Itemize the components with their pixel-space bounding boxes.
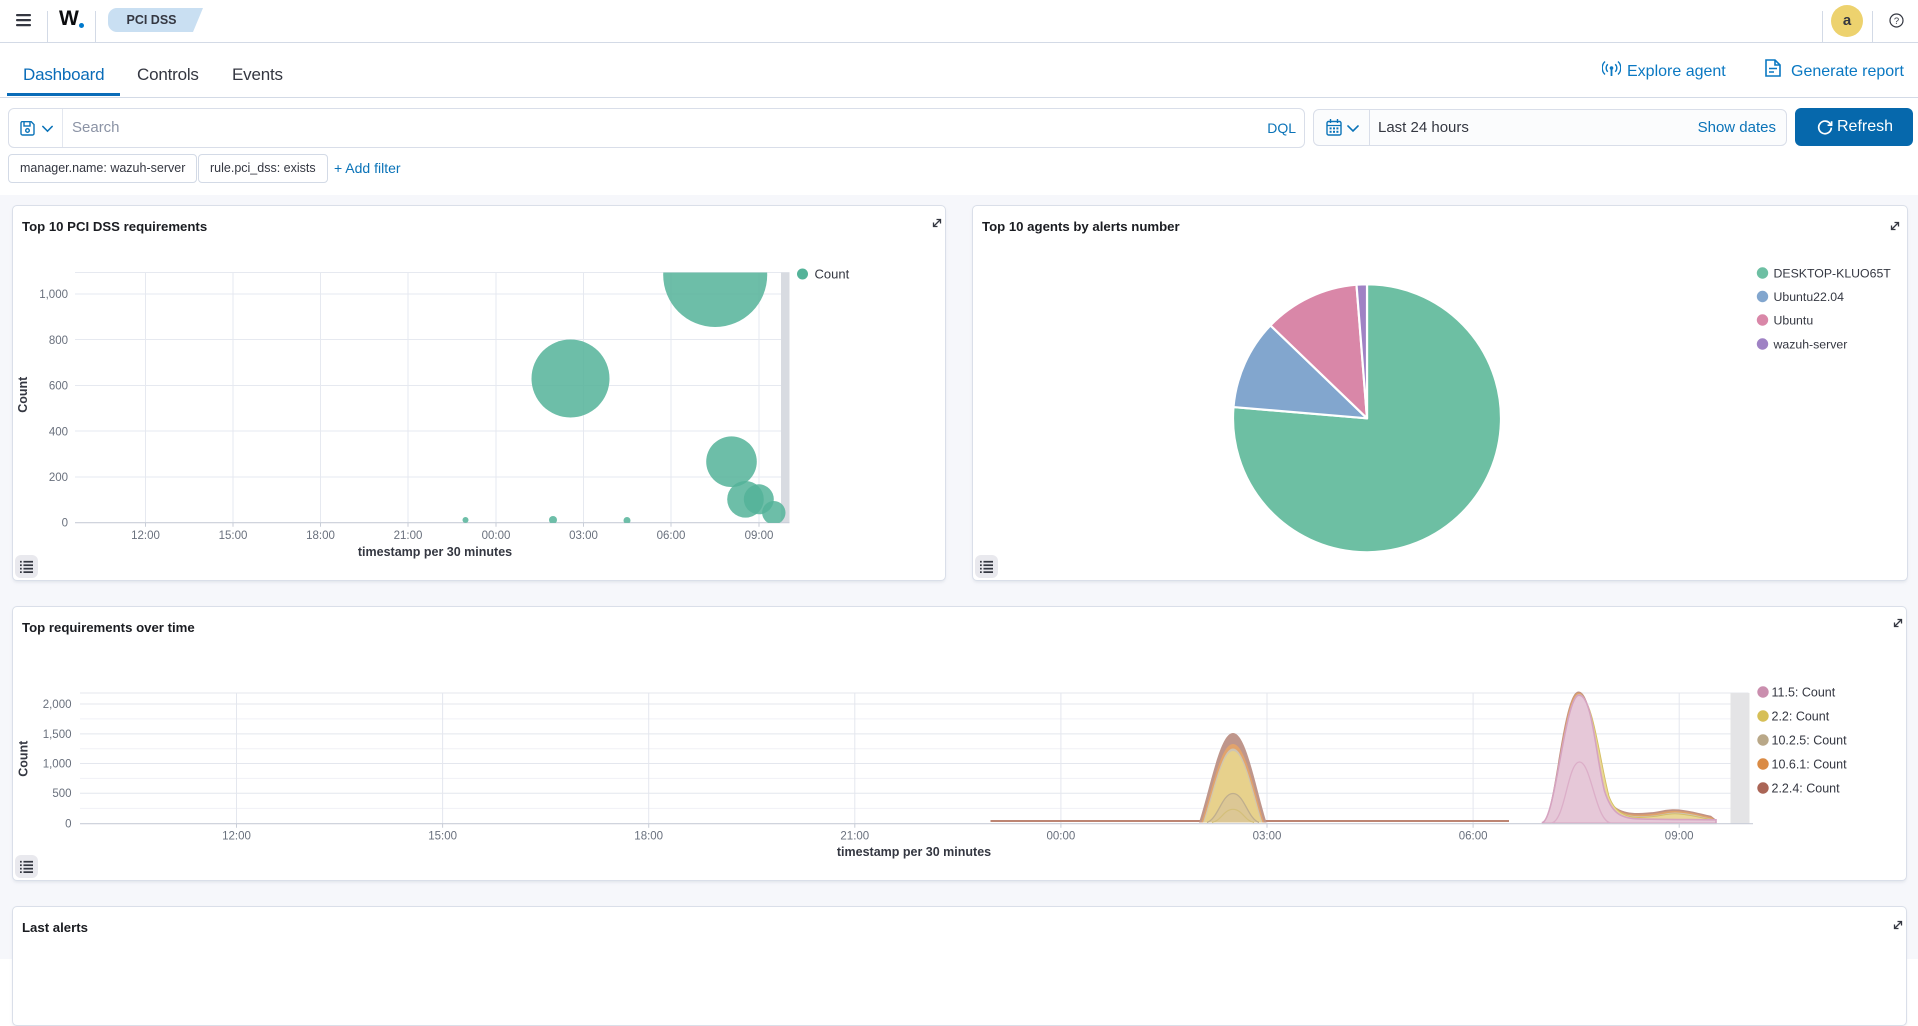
svg-text:03:00: 03:00 bbox=[569, 530, 598, 542]
svg-text:12:00: 12:00 bbox=[222, 831, 251, 843]
svg-text:DESKTOP-KLUO65T: DESKTOP-KLUO65T bbox=[1774, 267, 1892, 281]
svg-text:18:00: 18:00 bbox=[306, 530, 335, 542]
svg-text:03:00: 03:00 bbox=[1253, 831, 1282, 843]
svg-text:12:00: 12:00 bbox=[131, 530, 160, 542]
svg-text:21:00: 21:00 bbox=[394, 530, 423, 542]
svg-text:15:00: 15:00 bbox=[428, 831, 457, 843]
svg-text:15:00: 15:00 bbox=[219, 530, 248, 542]
svg-text:21:00: 21:00 bbox=[840, 831, 869, 843]
svg-text:Count: Count bbox=[16, 376, 30, 413]
svg-text:10.6.1: Count: 10.6.1: Count bbox=[1772, 758, 1848, 772]
svg-text:600: 600 bbox=[49, 381, 68, 393]
svg-text:Count: Count bbox=[815, 267, 850, 282]
svg-text:timestamp per 30 minutes: timestamp per 30 minutes bbox=[837, 845, 991, 859]
svg-text:1,500: 1,500 bbox=[43, 729, 72, 741]
svg-text:1,000: 1,000 bbox=[39, 289, 68, 301]
svg-text:00:00: 00:00 bbox=[1047, 831, 1076, 843]
svg-text:0: 0 bbox=[62, 518, 68, 530]
svg-text:timestamp per 30 minutes: timestamp per 30 minutes bbox=[358, 545, 512, 559]
svg-text:Count: Count bbox=[17, 740, 31, 777]
svg-text:1,000: 1,000 bbox=[43, 759, 72, 771]
svg-text:09:00: 09:00 bbox=[1665, 831, 1694, 843]
svg-text:2,000: 2,000 bbox=[43, 699, 72, 711]
svg-text:06:00: 06:00 bbox=[657, 530, 686, 542]
svg-text:18:00: 18:00 bbox=[634, 831, 663, 843]
svg-text:06:00: 06:00 bbox=[1459, 831, 1488, 843]
svg-text:500: 500 bbox=[52, 788, 71, 800]
svg-text:00:00: 00:00 bbox=[482, 530, 511, 542]
svg-text:Ubuntu: Ubuntu bbox=[1774, 314, 1814, 328]
svg-text:800: 800 bbox=[49, 335, 68, 347]
svg-text:2.2.4: Count: 2.2.4: Count bbox=[1772, 782, 1841, 796]
svg-text:wazuh-server: wazuh-server bbox=[1773, 338, 1848, 352]
svg-text:Ubuntu22.04: Ubuntu22.04 bbox=[1774, 290, 1845, 304]
svg-text:09:00: 09:00 bbox=[745, 530, 774, 542]
svg-text:11.5: Count: 11.5: Count bbox=[1772, 686, 1836, 700]
svg-text:200: 200 bbox=[49, 472, 68, 484]
svg-text:2.2: Count: 2.2: Count bbox=[1772, 710, 1830, 724]
svg-text:400: 400 bbox=[49, 426, 68, 438]
svg-text:10.2.5: Count: 10.2.5: Count bbox=[1772, 734, 1848, 748]
svg-text:0: 0 bbox=[65, 819, 71, 831]
svg-text:?: ? bbox=[1894, 16, 1899, 27]
